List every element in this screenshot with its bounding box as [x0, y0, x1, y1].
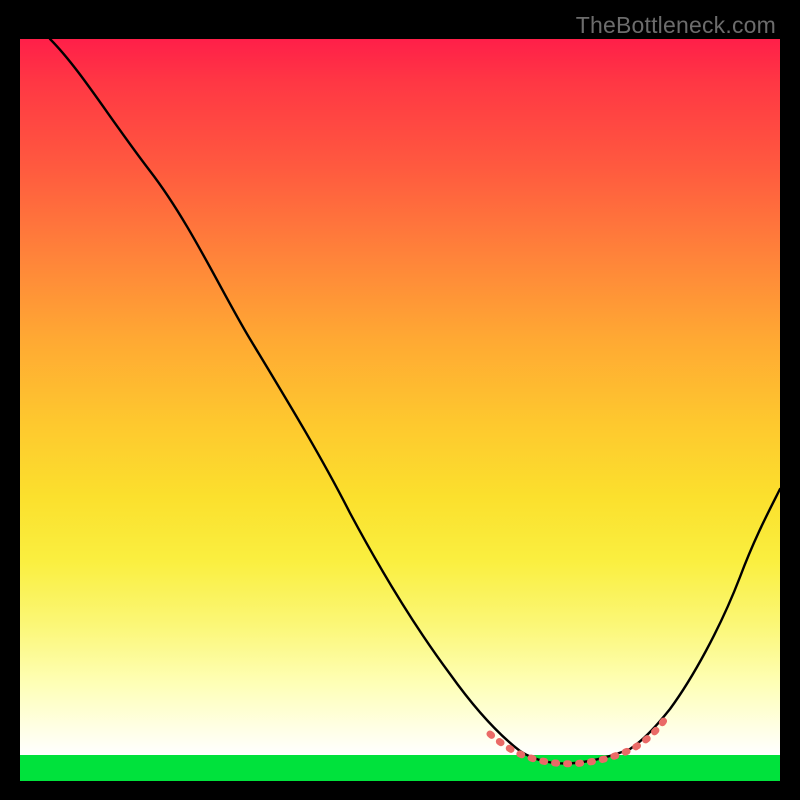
watermark-text: TheBottleneck.com: [576, 12, 776, 39]
good-zone-band: [20, 755, 780, 781]
gradient-background: [20, 39, 780, 755]
chart-plot-area: [20, 39, 780, 781]
